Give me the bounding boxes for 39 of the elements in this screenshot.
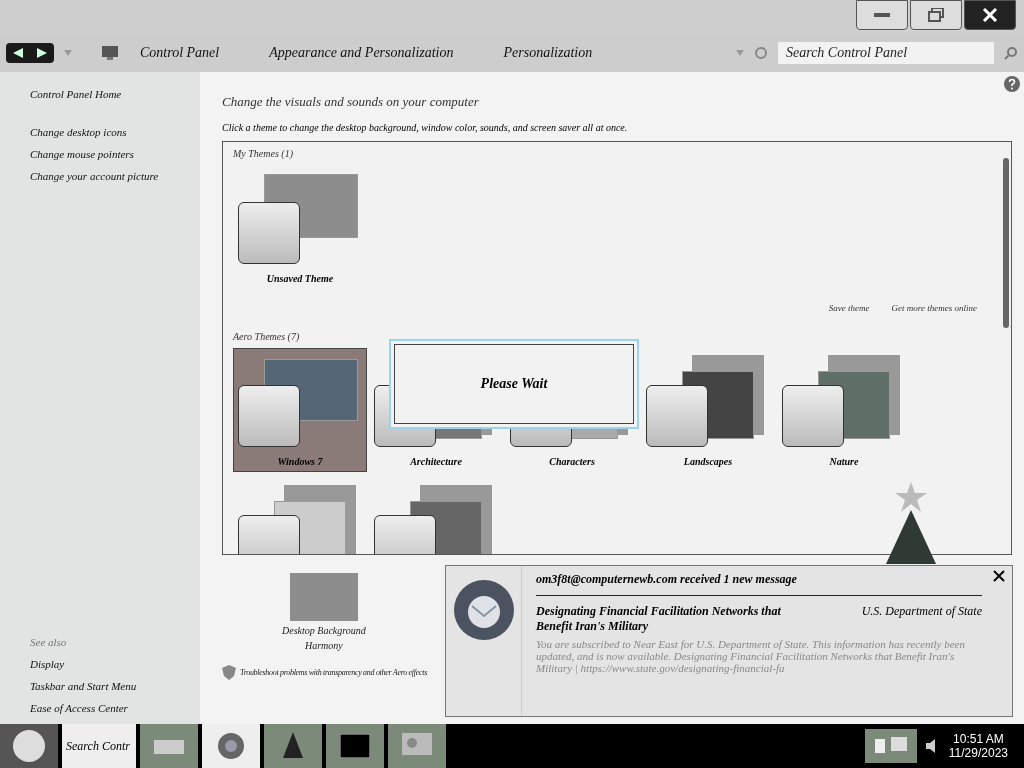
theme-name: Windows 7 [277,456,323,467]
theme-name: Unsaved Theme [266,273,334,284]
setting-value: Harmony [305,640,343,651]
theme-link[interactable]: Save theme [828,303,870,313]
sidebar-link[interactable]: Taskbar and Start Menu [30,680,200,692]
theme-tile[interactable]: Unsaved Theme [233,165,367,289]
theme-tile[interactable]: Nature [777,348,911,472]
search-field[interactable]: Search Control Panel [778,42,994,64]
theme-name: Characters [549,456,595,467]
sidebar-link[interactable]: Change your account picture [30,170,200,182]
sidebar-link[interactable]: Change mouse pointers [30,148,200,160]
breadcrumb-item[interactable]: Appearance and Personalization [269,45,454,61]
breadcrumb-item[interactable]: Personalization [503,45,593,61]
clock-time[interactable]: 10:51 AM [953,732,1004,746]
sidebar-link[interactable]: Control Panel Home [30,88,200,100]
troubleshoot-link[interactable]: Troubleshoot problems with transparency and other Aero effects [240,668,427,677]
page-heading: Change the visuals and sounds on your computer [222,94,480,110]
theme-tile[interactable]: Landscapes [641,348,775,472]
theme-name: Architecture [410,456,462,467]
please-wait-message: Please Wait [394,344,634,424]
clock-date[interactable]: 11/29/2023 [948,746,1008,760]
see-also-heading: See also [30,636,68,648]
message-sender: U.S. Department of State [861,604,982,620]
notification-title: om3f8t@computernewb.com received 1 new message [536,572,982,596]
page-description: Click a theme to change the desktop background, window color, sounds, and screen saver all at once. [222,122,629,133]
theme-link[interactable]: Get more themes online [891,303,977,313]
setting-link[interactable]: Desktop Background [282,625,366,636]
theme-name: Nature [829,456,859,467]
group-title: My Themes (1) [233,148,294,159]
message-subject: Designating Financial Facilitation Networks that Benefit Iran's Military [536,604,782,634]
sidebar-link[interactable]: Display [30,658,200,670]
sidebar-link[interactable]: Ease of Access Center [30,702,200,714]
message-preview: You are subscribed to Near East for U.S. Department of State. This information has recently been updated, and is now available. Designating Financial Facilitation Networks that Benefit Iran's Military | https://www.state.gov/designating-financial-fa [536,638,966,674]
theme-name: Landscapes [683,456,733,467]
group-title: Aero Themes (7) [233,331,301,342]
sidebar-link[interactable]: Change desktop icons [30,126,200,138]
taskbar-item-label[interactable]: Search Contr [62,724,136,768]
breadcrumb-item[interactable]: Control Panel [140,45,220,61]
theme-tile[interactable]: Windows 7 [233,348,367,472]
